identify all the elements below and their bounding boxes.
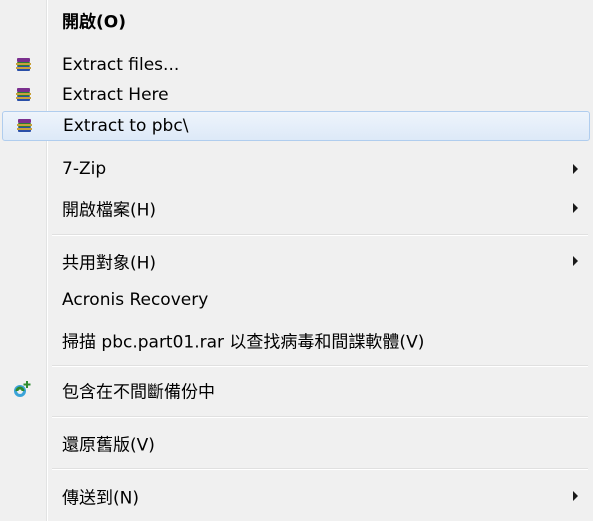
menu-separator — [52, 416, 588, 418]
menu-item-label: Extract Here — [62, 85, 169, 105]
winrar-icon — [16, 88, 31, 101]
menu-item-label: 還原舊版(V) — [62, 435, 155, 456]
menu-item-label: 包含在不間斷備份中 — [62, 382, 215, 403]
context-menu: 開啟(O) Extract files... Extract Here Extr… — [0, 0, 593, 521]
menu-item-label: 傳送到(N) — [62, 488, 139, 509]
menu-item-label: 7-Zip — [62, 159, 107, 179]
menu-separator — [52, 365, 588, 367]
menu-item-label: 開啟檔案(H) — [62, 200, 157, 221]
menu-item-virus-scan[interactable]: 掃描 pbc.part01.rar 以查找病毒和間諜軟體(V) — [0, 325, 593, 355]
menu-item-label: 掃描 pbc.part01.rar 以查找病毒和間諜軟體(V) — [62, 332, 425, 353]
menu-item-extract-files[interactable]: Extract files... — [0, 50, 593, 80]
submenu-arrow-icon — [573, 203, 578, 213]
menu-item-restore-previous[interactable]: 還原舊版(V) — [0, 428, 593, 458]
menu-item-continuous-backup[interactable]: 包含在不間斷備份中 — [0, 375, 593, 405]
menu-item-label: Extract files... — [62, 55, 180, 75]
menu-separator — [52, 468, 588, 470]
menu-item-label: 開啟(O) — [62, 12, 126, 33]
menu-item-open-with[interactable]: 開啟檔案(H) — [0, 193, 593, 223]
winrar-icon — [17, 119, 32, 132]
menu-item-label: Acronis Recovery — [62, 290, 209, 310]
menu-item-open[interactable]: 開啟(O) — [0, 5, 593, 35]
submenu-arrow-icon — [573, 491, 578, 501]
winrar-icon — [16, 58, 31, 71]
submenu-arrow-icon — [573, 164, 578, 174]
menu-item-share-with[interactable]: 共用對象(H) — [0, 246, 593, 276]
menu-item-label: Extract to pbc\ — [63, 116, 189, 136]
menu-item-acronis-recovery[interactable]: Acronis Recovery — [0, 285, 593, 315]
menu-item-extract-to-folder[interactable]: Extract to pbc\ — [2, 111, 590, 141]
submenu-arrow-icon — [573, 256, 578, 266]
menu-item-label: 共用對象(H) — [62, 253, 157, 274]
continuous-backup-icon — [14, 381, 31, 397]
menu-separator — [52, 234, 588, 236]
menu-item-send-to[interactable]: 傳送到(N) — [0, 481, 593, 511]
menu-item-7zip[interactable]: 7-Zip — [0, 154, 593, 184]
menu-item-extract-here[interactable]: Extract Here — [0, 80, 593, 110]
